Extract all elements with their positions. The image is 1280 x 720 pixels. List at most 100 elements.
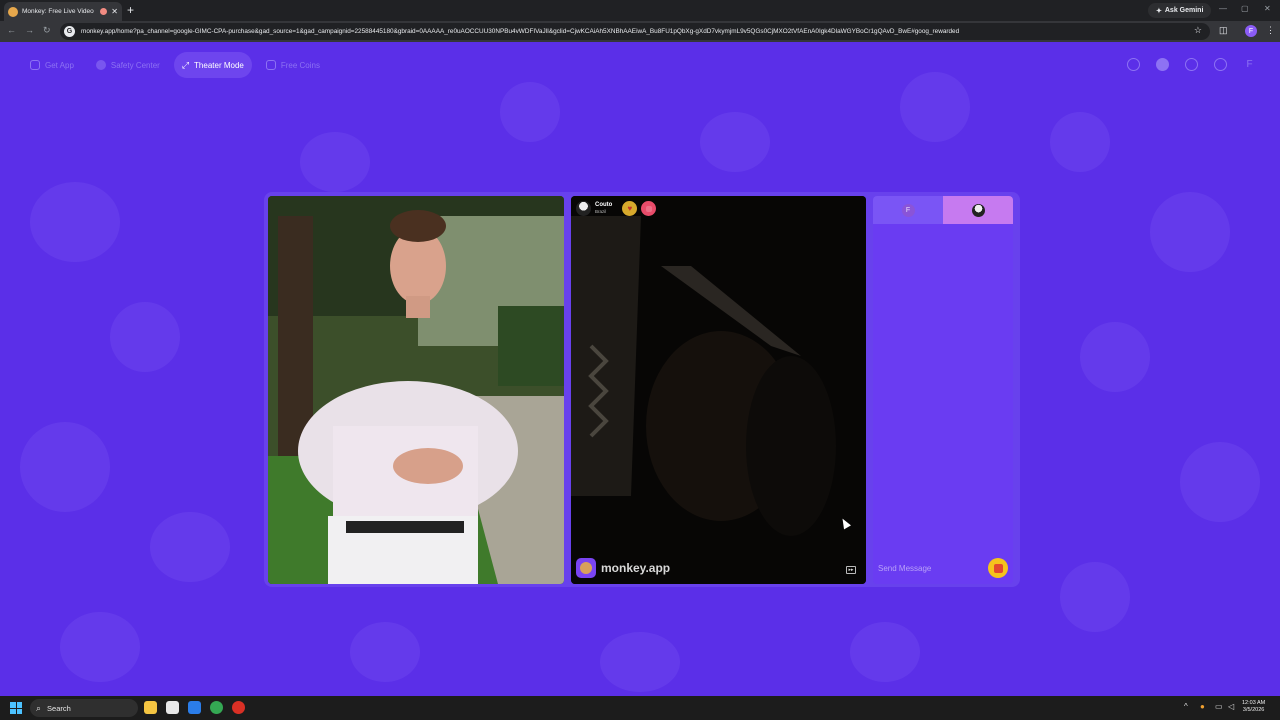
background-blob — [110, 302, 180, 372]
send-message-input[interactable]: Send Message — [878, 564, 988, 573]
new-tab-button[interactable]: + — [127, 3, 134, 17]
background-blob — [900, 72, 970, 142]
gemini-sparkle-icon: ✦ — [1156, 7, 1162, 15]
side-panel-icon[interactable]: ◫ — [1219, 25, 1228, 36]
background-blob — [30, 182, 120, 262]
user-profile-button[interactable]: F — [1243, 58, 1256, 71]
background-blob — [150, 512, 230, 582]
chat-bubble-icon[interactable] — [1214, 58, 1227, 71]
background-blob — [1050, 112, 1110, 172]
coins-icon — [265, 60, 276, 70]
maximize-icon[interactable]: ▢ — [1241, 4, 1249, 13]
monkey-favicon-icon — [8, 6, 18, 17]
taskbar-search[interactable]: ⌕ Search — [30, 699, 138, 717]
send-message-row: Send Message — [873, 552, 1013, 584]
nav-free-coins-label: Free Coins — [280, 60, 320, 70]
chat-participants: F — [873, 196, 1013, 224]
background-blob — [1060, 562, 1130, 632]
monkey-watermark: monkey.app — [576, 558, 670, 578]
chat-tab-remote[interactable] — [943, 196, 1013, 224]
nav-theater-mode[interactable]: ⤢ Theater Mode — [173, 52, 252, 78]
background-blob — [1080, 322, 1150, 392]
browser-profile-avatar[interactable]: F — [1245, 25, 1257, 37]
history-icon[interactable] — [1185, 58, 1198, 71]
close-window-icon[interactable]: ✕ — [1264, 4, 1271, 13]
skip-icon[interactable]: ▸▸ — [846, 566, 856, 574]
browser-tab-bar: Monkey: Free Live Video Ch ✕ + ✦ Ask Gem… — [0, 0, 1280, 21]
tab-title: Monkey: Free Live Video Ch — [22, 8, 97, 15]
local-video-image — [268, 196, 564, 584]
expand-icon: ⤢ — [181, 59, 190, 70]
phone-icon — [30, 60, 40, 70]
display-icon[interactable]: ▭ — [1215, 702, 1223, 711]
top-navigation: Get App Safety Center ⤢ Theater Mode Fre… — [22, 52, 328, 78]
background-blob — [350, 622, 420, 682]
search-icon[interactable] — [1127, 58, 1140, 71]
background-blob — [850, 622, 920, 682]
remote-video: Couto Brazil ♥ monkey.app ▸▸ — [571, 196, 866, 584]
background-blob — [600, 632, 680, 692]
coin-icon[interactable] — [1156, 58, 1169, 71]
nav-safety-center[interactable]: Safety Center — [88, 52, 168, 78]
nav-free-coins[interactable]: Free Coins — [258, 52, 328, 78]
windows-start-icon[interactable] — [10, 702, 22, 714]
browser-tab[interactable]: Monkey: Free Live Video Ch ✕ — [4, 2, 122, 21]
address-bar[interactable]: G monkey.app/home?pa_channel=google-GIMC… — [60, 23, 1210, 40]
clock-date: 3/5/2026 — [1242, 707, 1265, 713]
mic-icon[interactable]: ● — [1200, 702, 1205, 711]
gift-icon — [993, 563, 1003, 573]
tray-chevron-icon[interactable]: ^ — [1184, 702, 1188, 711]
background-blob — [20, 422, 110, 512]
bookmark-star-icon[interactable]: ☆ — [1194, 25, 1202, 36]
monkey-logo-icon — [576, 558, 596, 578]
app-icon[interactable] — [232, 701, 245, 714]
remote-user-country: Brazil — [595, 209, 607, 214]
reload-icon[interactable]: ↻ — [43, 25, 51, 36]
close-tab-icon[interactable]: ✕ — [111, 7, 118, 16]
file-explorer-icon[interactable] — [144, 701, 157, 714]
outlook-icon[interactable] — [188, 701, 201, 714]
search-icon: ⌕ — [36, 702, 42, 713]
nav-get-app[interactable]: Get App — [22, 52, 82, 78]
taskbar-clock[interactable]: 12:03 AM 3/5/2026 — [1242, 700, 1265, 714]
ask-gemini-button[interactable]: ✦ Ask Gemini — [1148, 3, 1212, 18]
store-icon[interactable] — [166, 701, 179, 714]
back-icon[interactable]: ← — [7, 25, 16, 35]
menu-kebab-icon[interactable]: ⋮ — [1266, 25, 1275, 36]
remote-user-info: Couto Brazil ♥ — [576, 201, 657, 216]
local-video — [268, 196, 564, 584]
background-blob — [1180, 442, 1260, 522]
windows-taskbar: ⌕ Search ^ ● ▭ ◁ 12:03 AM 3/5/2026 — [0, 696, 1280, 720]
background-blob — [60, 612, 140, 682]
background-blob — [300, 132, 370, 192]
taskbar-search-label: Search — [47, 703, 71, 713]
my-avatar: F — [901, 203, 915, 217]
remote-avatar-icon — [971, 203, 985, 217]
watermark-text: monkey.app — [601, 561, 671, 575]
clock-time: 12:03 AM — [1242, 700, 1266, 706]
minimize-icon[interactable]: — — [1219, 4, 1227, 13]
remote-user-name: Couto — [595, 202, 613, 208]
browser-toolbar: ← → ↻ G monkey.app/home?pa_channel=googl… — [0, 21, 1280, 42]
volume-icon[interactable]: ◁ — [1228, 702, 1234, 711]
gift-button[interactable] — [988, 558, 1008, 578]
google-icon: G — [64, 26, 75, 37]
gift-badge-icon[interactable] — [641, 201, 657, 216]
nav-safety-center-label: Safety Center — [110, 60, 160, 70]
shield-icon — [95, 60, 106, 70]
heart-icon[interactable]: ♥ — [622, 201, 638, 216]
chat-tab-me[interactable]: F — [873, 196, 943, 224]
monkey-app-page: Get App Safety Center ⤢ Theater Mode Fre… — [0, 42, 1280, 696]
nav-get-app-label: Get App — [45, 60, 74, 70]
chrome-icon[interactable] — [210, 701, 223, 714]
remote-video-image — [571, 196, 866, 584]
background-blob — [1150, 192, 1230, 272]
ask-gemini-label: Ask Gemini — [1164, 7, 1204, 14]
chat-panel: F Send Message — [873, 196, 1013, 584]
background-blob — [500, 82, 560, 142]
recording-indicator-icon — [100, 8, 108, 15]
nav-theater-mode-label: Theater Mode — [194, 60, 244, 70]
forward-icon[interactable]: → — [25, 25, 34, 35]
background-blob — [700, 112, 770, 172]
remote-user-avatar[interactable] — [576, 201, 591, 216]
